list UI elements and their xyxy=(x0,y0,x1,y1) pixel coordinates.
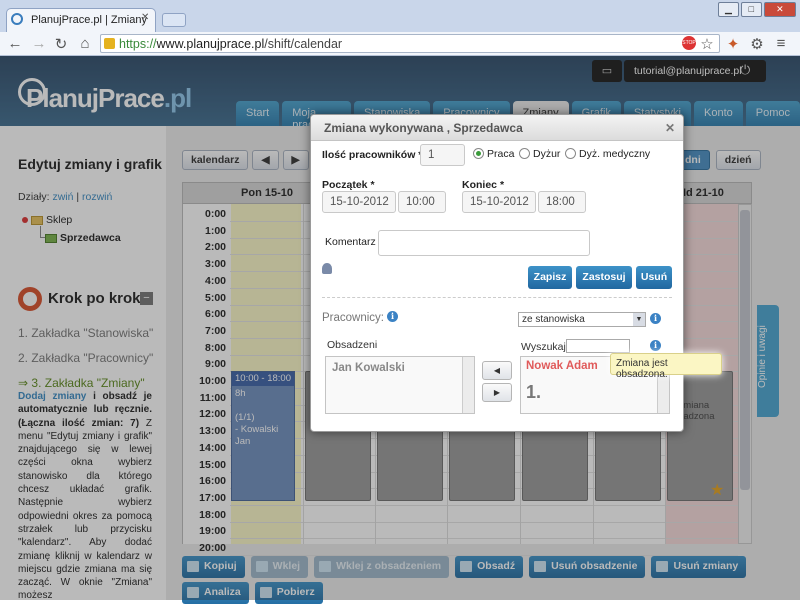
tooltip: Zmiana jest obsadzona. xyxy=(610,353,722,380)
radio-icon xyxy=(473,148,484,159)
close-window-icon[interactable]: ✕ xyxy=(763,2,796,17)
minimize-icon[interactable]: ▁ xyxy=(718,2,739,17)
end-date-input[interactable]: 15-10-2012 xyxy=(462,191,536,213)
start-date-input[interactable]: 15-10-2012 xyxy=(322,191,396,213)
window-controls: ▁ □ ✕ xyxy=(718,2,796,17)
workers-label: Pracownicy: xyxy=(322,312,384,324)
assigned-label: Obsadzeni xyxy=(327,339,378,351)
list-item-number: 1. xyxy=(526,382,542,402)
list-item[interactable]: Jan Kowalski xyxy=(332,362,474,374)
count-label-text: Ilość pracowników xyxy=(322,149,416,161)
radio-icon xyxy=(519,148,530,159)
required-mark: * xyxy=(499,179,505,191)
gear-icon[interactable]: ⚙ xyxy=(748,35,766,53)
count-input[interactable]: 1 xyxy=(420,144,465,166)
info-icon[interactable]: i xyxy=(650,340,661,351)
radio-label: Praca xyxy=(487,148,515,160)
url-path: /shift/calendar xyxy=(264,37,343,51)
back-icon[interactable]: ← xyxy=(6,35,24,52)
assigned-list[interactable]: Jan Kowalski xyxy=(325,356,475,414)
type-radio-dyzur[interactable]: Dyżur xyxy=(519,148,560,160)
menu-icon[interactable]: ≡ xyxy=(772,35,790,52)
reload-icon[interactable]: ↻ xyxy=(52,35,70,53)
dialog-divider xyxy=(322,297,672,298)
list-scrollbar[interactable] xyxy=(462,357,474,413)
radio-label: Dyż. medyczny xyxy=(579,148,651,160)
info-icon[interactable]: i xyxy=(650,313,661,324)
move-right-button[interactable]: ▶ xyxy=(482,383,512,402)
comment-textarea[interactable] xyxy=(378,230,590,256)
star-icon[interactable]: ☆ xyxy=(698,35,716,53)
start-label: Początek * xyxy=(322,179,375,191)
search-input[interactable] xyxy=(566,339,630,353)
end-time-input[interactable]: 18:00 xyxy=(538,191,586,213)
adblock-icon[interactable]: STOP xyxy=(682,36,696,50)
required-mark: * xyxy=(370,179,375,191)
info-icon[interactable]: i xyxy=(387,311,398,322)
url-host: www.planujprace.pl xyxy=(156,37,265,51)
search-label: Wyszukaj: xyxy=(521,341,569,353)
maximize-icon[interactable]: □ xyxy=(740,2,762,17)
favicon-icon xyxy=(11,13,23,25)
url-scheme: https:// xyxy=(119,37,157,51)
lock-icon xyxy=(104,38,115,49)
save-button[interactable]: Zapisz xyxy=(528,266,572,289)
end-label: Koniec * xyxy=(462,179,504,191)
user-icon[interactable] xyxy=(322,263,332,274)
count-label: Ilość pracowników * xyxy=(322,149,422,161)
forward-icon[interactable]: → xyxy=(30,35,48,52)
browser-tab[interactable]: PlanujPrace.pl | Zmiany xyxy=(6,8,156,32)
address-bar[interactable]: https://www.planujprace.pl/shift/calenda… xyxy=(100,34,720,53)
type-radio-medyczny[interactable]: Dyż. medyczny xyxy=(565,148,650,160)
close-tab-icon[interactable]: ✕ xyxy=(141,12,149,23)
radio-icon xyxy=(565,148,576,159)
move-left-button[interactable]: ◀ xyxy=(482,361,512,380)
new-tab-button[interactable] xyxy=(162,13,186,27)
radio-label: Dyżur xyxy=(533,148,561,160)
apply-button[interactable]: Zastosuj xyxy=(576,266,632,289)
comment-label: Komentarz xyxy=(325,236,376,248)
end-label-text: Koniec xyxy=(462,179,498,191)
start-label-text: Początek xyxy=(322,179,368,191)
home-icon[interactable]: ⌂ xyxy=(76,35,94,52)
delete-button[interactable]: Usuń xyxy=(636,266,672,289)
dialog-title: Zmiana wykonywana , Sprzedawca xyxy=(311,115,683,141)
tab-title: PlanujPrace.pl | Zmiany xyxy=(31,14,147,26)
source-select[interactable]: ze stanowiska xyxy=(518,312,646,327)
chevron-down-icon[interactable]: ▼ xyxy=(633,313,645,326)
extension-icon[interactable]: ✦ xyxy=(724,35,742,53)
list-item[interactable]: Nowak Adam xyxy=(526,360,598,372)
close-icon[interactable]: ✕ xyxy=(665,121,675,135)
type-radio-praca[interactable]: Praca xyxy=(473,148,514,160)
start-time-input[interactable]: 10:00 xyxy=(398,191,446,213)
